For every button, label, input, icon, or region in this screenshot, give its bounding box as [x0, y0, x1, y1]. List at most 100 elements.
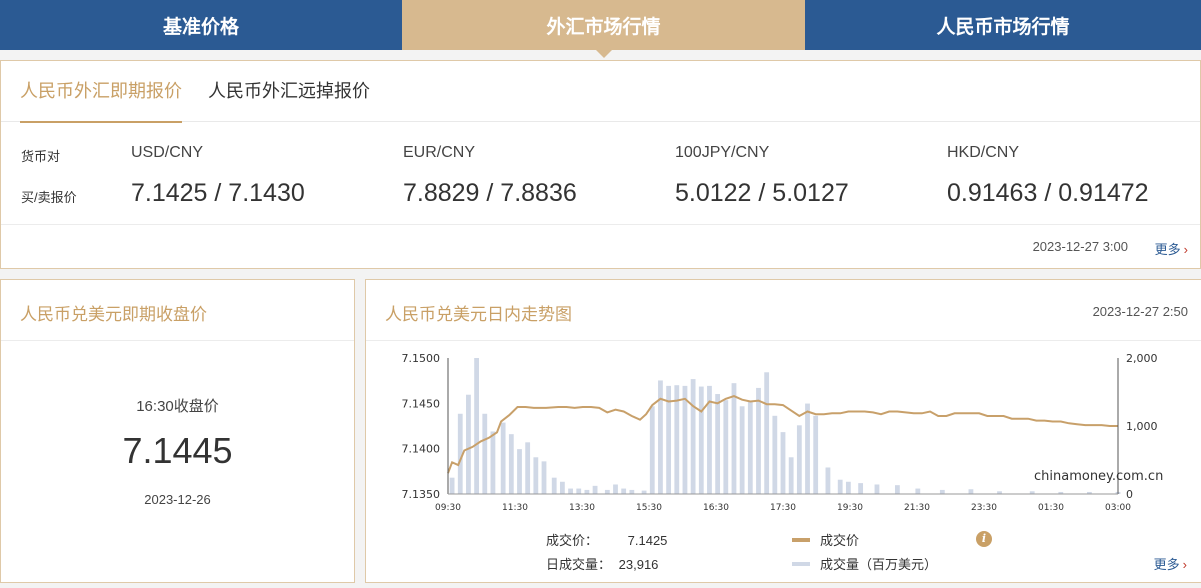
tab-rmb-market[interactable]: 人民币市场行情 — [805, 0, 1201, 50]
intraday-trend-panel: 人民币兑美元日内走势图 2023-12-27 2:50 7.1500 7.1450… — [365, 279, 1201, 583]
x-tick-label: 15:30 — [636, 503, 662, 513]
y-tick-label: 7.1350 — [402, 488, 441, 501]
volume-stat-value: 23,916 — [618, 557, 659, 572]
volume-bar — [466, 394, 471, 494]
pair-jpy-cny: 100JPY/CNY — [675, 144, 770, 161]
volume-bar — [968, 489, 974, 494]
volume-bar — [731, 383, 737, 494]
legend-price-swatch — [792, 537, 810, 542]
volume-bar — [533, 457, 539, 494]
volume-bar — [837, 479, 843, 494]
closing-price-date: 2023-12-26 — [144, 492, 211, 507]
legend-price-label: 成交价 — [820, 533, 860, 548]
y-tick-label: 7.1500 — [402, 352, 441, 365]
price-stat-label: 成交价： — [546, 533, 599, 548]
volume-bar — [788, 457, 794, 494]
volume-bar — [525, 442, 531, 494]
volume-bar — [584, 489, 590, 494]
pair-usd-cny: USD/CNY — [131, 144, 204, 161]
volume-bar — [825, 467, 831, 494]
volume-bar — [756, 387, 761, 494]
y2-tick-label: 0 — [1126, 488, 1133, 501]
quote-sub-tabs: 人民币外汇即期报价 人民币外汇远掉报价 — [1, 61, 1200, 123]
legend-volume: 成交量（百万美元） — [792, 554, 937, 573]
price-eur-cny: 7.8829 / 7.8836 — [403, 179, 577, 207]
volume-bar — [915, 488, 921, 494]
volume-bar — [723, 400, 729, 494]
y-tick-label: 7.1450 — [402, 397, 441, 410]
volume-bar — [747, 400, 753, 494]
pair-hkd-cny: HKD/CNY — [947, 144, 1020, 161]
x-tick-label: 19:30 — [837, 503, 863, 513]
price-hkd-cny: 0.91463 / 0.91472 — [947, 179, 1149, 207]
chevron-right-icon: › — [1182, 557, 1187, 572]
x-tick-label: 09:30 — [435, 503, 461, 513]
price-jpy-cny: 5.0122 / 5.0127 — [675, 179, 849, 207]
tab-forward-swap-quote[interactable]: 人民币外汇远掉报价 — [208, 61, 370, 122]
volume-bar — [490, 431, 496, 494]
closing-price-panel: 人民币兑美元即期收盘价 16:30收盘价 7.1445 2023-12-26 — [0, 279, 355, 583]
volume-bar — [568, 488, 573, 494]
volume-bar — [658, 380, 663, 494]
volume-bar — [621, 488, 627, 494]
volume-bar — [641, 490, 647, 494]
y-tick-label: 7.1400 — [402, 443, 441, 456]
volume-bar — [858, 483, 864, 494]
y2-tick-label: 1,000 — [1126, 420, 1158, 433]
volume-bar — [559, 481, 565, 494]
volume-bar — [780, 432, 786, 494]
volume-bar — [939, 489, 945, 494]
legend-volume-swatch — [792, 561, 810, 566]
price-stat: 成交价： 7.1425 — [546, 530, 667, 549]
volume-bar — [764, 372, 770, 494]
volume-bar — [715, 394, 721, 494]
x-tick-label: 11:30 — [502, 503, 528, 513]
volume-bar — [576, 488, 582, 494]
fx-quote-panel: 人民币外汇即期报价 人民币外汇远掉报价 货币对 USD/CNY EUR/CNY … — [0, 60, 1201, 269]
volume-bar — [845, 481, 851, 494]
volume-stat: 日成交量： 23,916 — [546, 554, 658, 573]
volume-bar — [690, 379, 696, 494]
legend-price: 成交价 — [792, 530, 859, 549]
y2-tick-label: 2,000 — [1126, 352, 1158, 365]
volume-bar — [874, 484, 880, 494]
top-tab-bar: 基准价格 外汇市场行情 人民币市场行情 — [0, 0, 1201, 58]
volume-bar — [604, 489, 610, 494]
price-row-label: 买/卖报价 — [21, 190, 77, 205]
tab-fx-market[interactable]: 外汇市场行情 — [402, 0, 805, 58]
legend-volume-label: 成交量（百万美元） — [820, 557, 938, 572]
trend-more-link[interactable]: 更多 › — [1154, 554, 1187, 573]
tab-benchmark-price[interactable]: 基准价格 — [0, 0, 402, 50]
x-tick-label: 03:00 — [1105, 503, 1131, 513]
x-tick-label: 13:30 — [569, 503, 595, 513]
volume-bar — [541, 461, 547, 494]
volume-bar — [500, 422, 506, 494]
volume-bar — [805, 403, 810, 494]
volume-bar — [772, 415, 778, 494]
quote-more-link[interactable]: 更多 › — [1155, 239, 1188, 258]
volume-bar — [629, 489, 635, 494]
quote-footer: 2023-12-27 3:00 更多 › — [1, 224, 1200, 269]
info-icon[interactable]: i — [976, 531, 992, 547]
watermark: chinamoney.com.cn — [1034, 469, 1163, 484]
divider — [1, 340, 354, 341]
x-tick-label: 17:30 — [770, 503, 796, 513]
volume-bar — [508, 434, 514, 494]
volume-bar — [613, 484, 618, 494]
volume-bar — [813, 415, 819, 494]
volume-bar — [649, 406, 655, 494]
closing-price-value: 7.1445 — [122, 430, 233, 471]
x-tick-label: 21:30 — [904, 503, 930, 513]
chevron-right-icon: › — [1183, 242, 1188, 257]
volume-stat-label: 日成交量： — [546, 557, 612, 572]
volume-bar — [482, 413, 488, 494]
intraday-chart: 7.1500 7.1450 7.1400 7.1350 2,000 1,000 0 09:30… — [402, 352, 1164, 513]
volume-bar — [796, 425, 802, 494]
quote-more-label: 更多 — [1154, 242, 1181, 257]
volume-bar — [894, 485, 900, 494]
closing-panel-title: 人民币兑美元即期收盘价 — [20, 305, 207, 324]
volume-bar — [517, 449, 522, 494]
tab-spot-quote[interactable]: 人民币外汇即期报价 — [20, 61, 182, 123]
volume-bar — [449, 477, 455, 494]
x-tick-label: 16:30 — [703, 503, 729, 513]
